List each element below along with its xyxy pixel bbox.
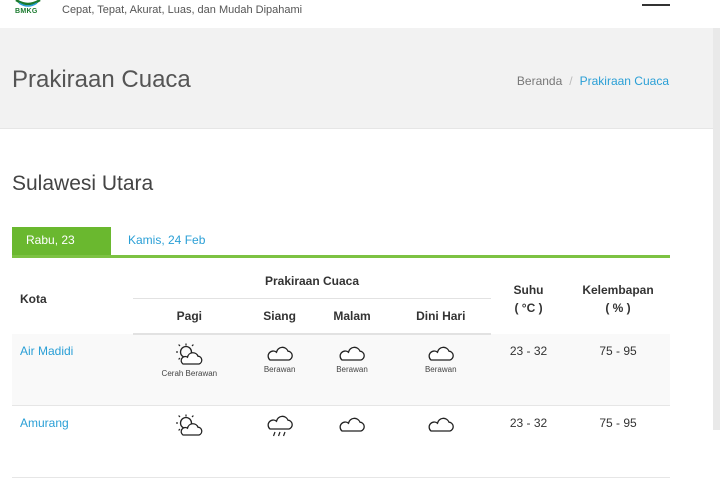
kelembapan-value: 75 - 95	[566, 334, 670, 406]
tab-kamis[interactable]: Kamis, 24 Feb	[114, 227, 219, 255]
header-kelembapan-unit: ( % )	[605, 300, 631, 315]
table-row: Air Madidi Cerah Berawan Berawan Berawan…	[12, 334, 670, 406]
header-kota: Kota	[20, 291, 47, 306]
partly-cloudy-icon	[176, 414, 203, 436]
condition-label: Berawan	[263, 365, 296, 374]
suhu-value: 23 - 32	[491, 405, 566, 478]
cloudy-icon	[339, 417, 365, 432]
logo-text: BMKG	[15, 8, 38, 15]
header-siang: Siang	[245, 298, 314, 335]
breadcrumb-current[interactable]: Prakiraan Cuaca	[580, 74, 669, 88]
header-suhu-unit: ( °C )	[514, 300, 543, 315]
forecast-cell	[245, 405, 314, 478]
top-bar: BMKG Cepat, Tepat, Akurat, Luas, dan Mud…	[0, 0, 720, 28]
breadcrumb: Beranda / Prakiraan Cuaca	[517, 74, 669, 88]
tab-rabu[interactable]: Rabu, 23 Feb	[12, 227, 111, 274]
header-suhu: Suhu ( °C )	[491, 263, 566, 334]
table-row: Amurang 23 - 32 75 - 95	[12, 405, 670, 478]
forecast-cell	[133, 405, 246, 478]
tagline: Cepat, Tepat, Akurat, Luas, dan Mudah Di…	[62, 4, 303, 16]
forecast-table: Kota Prakiraan Cuaca Suhu ( °C ) Kelemba…	[12, 263, 670, 478]
cloudy-icon	[267, 346, 293, 361]
header-dini-hari: Dini Hari	[390, 298, 491, 335]
header-suhu-label: Suhu	[513, 282, 544, 297]
page-title: Prakiraan Cuaca	[12, 66, 191, 93]
cloudy-icon	[428, 417, 454, 432]
forecast-cell: Cerah Berawan	[133, 334, 246, 406]
header-malam: Malam	[313, 298, 391, 335]
header-kelembapan-label: Kelembapan	[582, 282, 654, 297]
header-kelembapan: Kelembapan ( % )	[566, 263, 670, 334]
condition-label: Berawan	[336, 365, 368, 374]
forecast-cell: Berawan	[245, 334, 314, 406]
cloudy-icon	[339, 346, 365, 361]
city-link[interactable]: Amurang	[12, 405, 133, 478]
suhu-value: 23 - 32	[491, 334, 566, 406]
condition-label: Berawan	[424, 365, 457, 374]
page-edge	[713, 28, 720, 430]
date-tabs: Rabu, 23 Feb Kamis, 24 Feb	[12, 227, 670, 274]
breadcrumb-home[interactable]: Beranda	[517, 74, 562, 88]
partly-cloudy-icon	[176, 343, 203, 365]
city-link[interactable]: Air Madidi	[12, 334, 133, 406]
forecast-cell	[390, 405, 491, 478]
breadcrumb-separator: /	[569, 74, 573, 88]
kelembapan-value: 75 - 95	[566, 405, 670, 478]
forecast-cell	[313, 405, 391, 478]
region-title: Sulawesi Utara	[12, 172, 154, 195]
header-pagi: Pagi	[133, 298, 246, 335]
menu-icon[interactable]	[642, 0, 670, 6]
header-prakiraan: Prakiraan Cuaca	[133, 263, 491, 299]
forecast-cell: Berawan	[313, 334, 391, 406]
cloudy-icon	[428, 346, 454, 361]
condition-label: Cerah Berawan	[161, 369, 218, 378]
page-header: Prakiraan Cuaca Beranda / Prakiraan Cuaca	[0, 28, 720, 129]
rain-icon	[267, 415, 293, 437]
forecast-cell: Berawan	[390, 334, 491, 406]
